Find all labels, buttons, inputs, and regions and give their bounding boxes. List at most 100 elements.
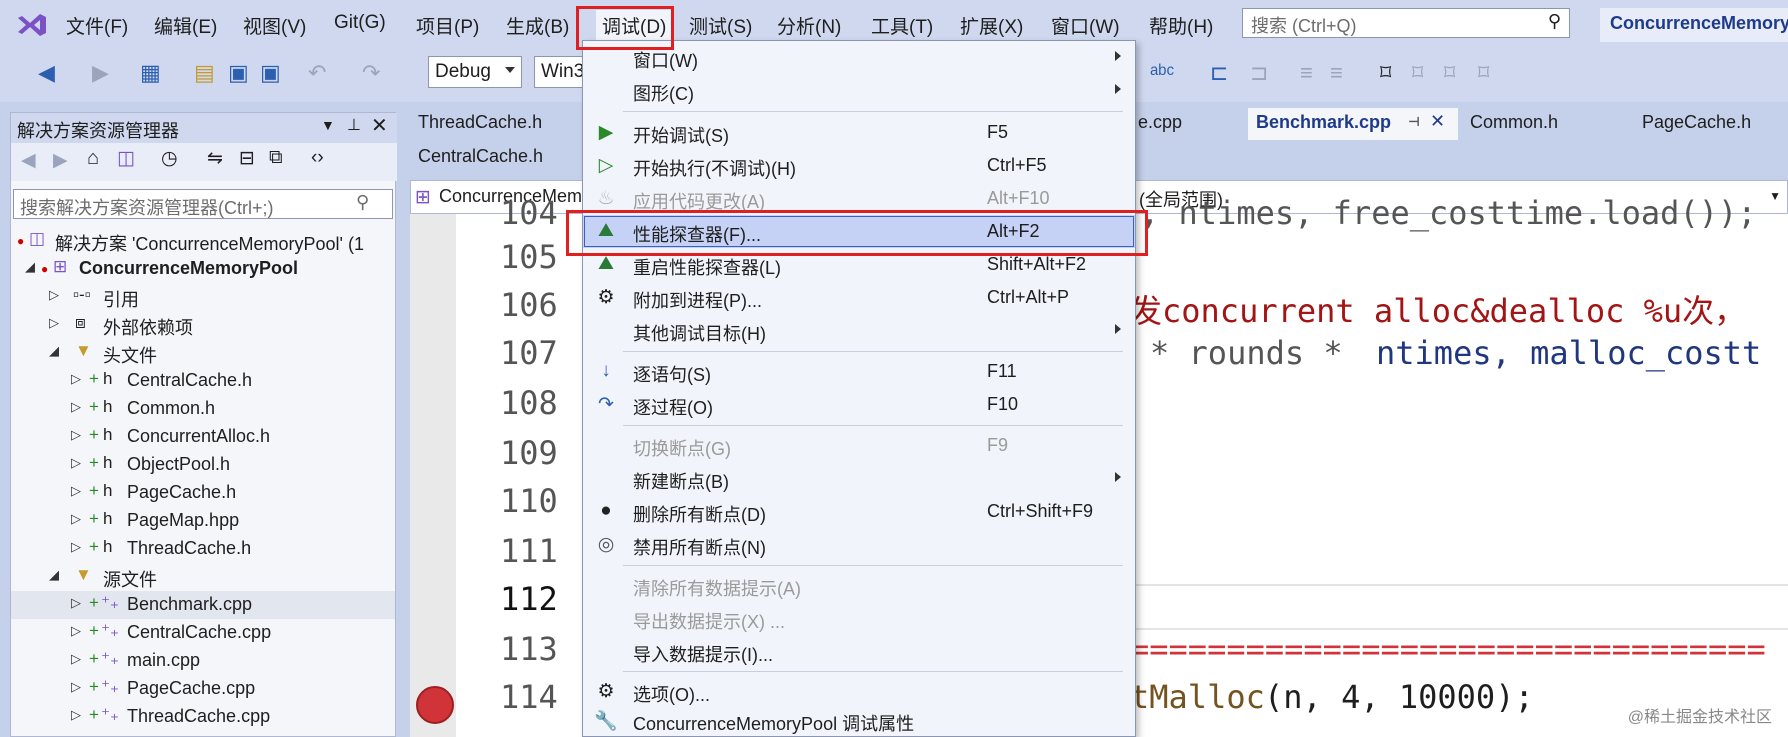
home-icon[interactable]: ⌂ <box>87 147 99 170</box>
menu-item-import-datatips[interactable]: 导入数据提示(I)... <box>583 635 1135 668</box>
menu-item-clear-datatips[interactable]: 清除所有数据提示(A) <box>583 569 1135 602</box>
tree-file[interactable]: ▷ + h ObjectPool.h <box>11 451 395 479</box>
bookmark-icon[interactable]: ⌑ <box>1380 60 1391 86</box>
comment-icon[interactable]: ⊏ <box>1210 60 1228 86</box>
menu-tools[interactable]: 工具(T) <box>871 12 933 39</box>
tree-file[interactable]: ▷ + h PageMap.hpp <box>11 507 395 535</box>
menu-item-delete-all-breakpoints[interactable]: ● 删除所有断点(D) Ctrl+Shift+F9 <box>583 495 1135 528</box>
menu-item-start-debugging[interactable]: ▶ 开始调试(S) F5 <box>583 116 1135 149</box>
outdent-icon[interactable]: ≡ <box>1300 60 1313 86</box>
tree-file[interactable]: ▷ + h ConcurrentAlloc.h <box>11 423 395 451</box>
expand-icon[interactable]: ▷ <box>71 427 81 443</box>
sync-icon[interactable]: ⇋ <box>207 147 223 170</box>
tree-file[interactable]: ▷ + ⁺₊ main.cpp <box>11 647 395 675</box>
expand-icon[interactable]: ▷ <box>71 679 81 695</box>
menu-analyze[interactable]: 分析(N) <box>777 12 841 39</box>
collapse-all-icon[interactable]: ⊟ <box>239 147 255 170</box>
new-project-icon[interactable]: ▦ <box>140 60 161 86</box>
search-input[interactable]: 搜索 (Ctrl+Q) ⚲ <box>1242 8 1570 38</box>
solution-search-input[interactable]: 搜索解决方案资源管理器(Ctrl+;) ⚲ <box>13 189 393 219</box>
menu-test[interactable]: 测试(S) <box>689 12 752 39</box>
undo-icon[interactable]: ↶ <box>308 60 326 86</box>
menu-window[interactable]: 窗口(W) <box>1051 12 1120 39</box>
menu-item-start-without-debugging[interactable]: ▷ 开始执行(不调试)(H) Ctrl+F5 <box>583 149 1135 182</box>
next-bookmark-icon[interactable]: ⌑ <box>1444 60 1455 86</box>
open-icon[interactable]: ▤ <box>194 60 215 86</box>
expand-icon[interactable]: ▷ <box>71 399 81 415</box>
pin-icon[interactable]: ⊣ <box>1408 114 1420 130</box>
menu-help[interactable]: 帮助(H) <box>1149 12 1213 39</box>
expand-icon[interactable]: ▷ <box>49 287 59 303</box>
expand-icon[interactable]: ▷ <box>71 707 81 723</box>
save-icon[interactable]: ▣ <box>228 60 249 86</box>
menu-item-step-into[interactable]: ↓ 逐语句(S) F11 <box>583 355 1135 388</box>
tab-threadcache-h[interactable]: ThreadCache.h <box>410 108 550 140</box>
code-view-icon[interactable]: ‹› <box>311 147 324 169</box>
menu-project[interactable]: 项目(P) <box>416 12 479 39</box>
tab-cpp[interactable]: e.cpp <box>1130 108 1190 140</box>
dropdown-icon[interactable]: ▼ <box>1769 189 1781 203</box>
tree-file[interactable]: ▷ + h CentralCache.h <box>11 367 395 395</box>
dropdown-icon[interactable]: ▼ <box>321 117 335 133</box>
collapse-icon[interactable]: ◢ <box>25 259 35 275</box>
menu-build[interactable]: 生成(B) <box>506 12 569 39</box>
close-icon[interactable]: ✕ <box>371 113 388 138</box>
close-icon[interactable]: ✕ <box>1430 111 1445 132</box>
menu-item-other-debug-targets[interactable]: 其他调试目标(H) <box>583 314 1135 347</box>
tab-centralcache-h[interactable]: CentralCache.h <box>410 142 551 174</box>
pending-changes-icon[interactable]: ◷ <box>161 147 178 170</box>
tree-file[interactable]: ▷ + ⁺₊ ThreadCache.cpp <box>11 703 395 731</box>
expand-icon[interactable]: ▷ <box>71 623 81 639</box>
menu-item-toggle-breakpoint[interactable]: 切换断点(G) F9 <box>583 429 1135 462</box>
tree-solution[interactable]: ● ◫ 解决方案 'ConcurrenceMemoryPool' (1 <box>11 227 395 255</box>
expand-icon[interactable]: ▷ <box>71 483 81 499</box>
expand-icon[interactable]: ▷ <box>71 511 81 527</box>
breakpoint-margin[interactable] <box>410 214 456 737</box>
switch-views-icon[interactable]: ◫ <box>117 147 135 170</box>
expand-icon[interactable]: ▷ <box>71 371 81 387</box>
menu-edit[interactable]: 编辑(E) <box>154 12 217 39</box>
forward-icon[interactable]: ▶ <box>53 149 68 172</box>
tree-file[interactable]: ▷ + h Common.h <box>11 395 395 423</box>
menu-item-step-over[interactable]: ↷ 逐过程(O) F10 <box>583 388 1135 421</box>
tree-file[interactable]: ▷ + ⁺₊ CentralCache.cpp <box>11 619 395 647</box>
menu-git[interactable]: Git(G) <box>334 12 386 34</box>
spellcheck-icon[interactable]: ᵃᵇᶜ <box>1150 60 1174 86</box>
tree-external[interactable]: ▷ ⧈ 外部依赖项 <box>11 311 395 339</box>
tree-headers-folder[interactable]: ◢ ▼ 头文件 <box>11 339 395 367</box>
menu-item-attach-to-process[interactable]: ⚙ 附加到进程(P)... Ctrl+Alt+P <box>583 281 1135 314</box>
collapse-icon[interactable]: ◢ <box>49 343 59 359</box>
clear-bookmarks-icon[interactable]: ⌑ <box>1478 60 1489 86</box>
tab-common-h[interactable]: Common.h <box>1462 108 1566 140</box>
menu-item-new-breakpoint[interactable]: 新建断点(B) <box>583 462 1135 495</box>
menu-item-disable-all-breakpoints[interactable]: ◎ 禁用所有断点(N) <box>583 528 1135 561</box>
back-icon[interactable]: ◀ <box>38 60 55 86</box>
menu-item-export-datatips[interactable]: 导出数据提示(X) ... <box>583 602 1135 635</box>
expand-icon[interactable]: ▷ <box>71 651 81 667</box>
collapse-icon[interactable]: ◢ <box>49 567 59 583</box>
tree-file[interactable]: ▷ + h ThreadCache.h <box>11 535 395 563</box>
tab-benchmark-cpp[interactable]: Benchmark.cpp ⊣ ✕ <box>1248 108 1458 140</box>
menu-item-graphics[interactable]: 图形(C) <box>583 74 1135 107</box>
back-icon[interactable]: ◀ <box>21 149 36 172</box>
uncomment-icon[interactable]: ⊐ <box>1250 60 1268 86</box>
tab-pagecache-h[interactable]: PageCache.h <box>1634 108 1759 140</box>
menu-file[interactable]: 文件(F) <box>66 12 128 39</box>
indent-icon[interactable]: ≡ <box>1330 60 1343 86</box>
tree-references[interactable]: ▷ ▫-▫ 引用 <box>11 283 395 311</box>
expand-icon[interactable]: ▷ <box>49 315 59 331</box>
config-select[interactable]: Debug <box>428 56 522 88</box>
pin-icon[interactable]: ⊥ <box>347 115 361 135</box>
tree-file[interactable]: ▷ + ⁺₊ Benchmark.cpp <box>11 591 395 619</box>
menu-extensions[interactable]: 扩展(X) <box>960 12 1023 39</box>
expand-icon[interactable]: ▷ <box>71 539 81 555</box>
save-all-icon[interactable]: ▣ <box>260 60 281 86</box>
menu-item-debug-properties[interactable]: 🔧 ConcurrenceMemoryPool 调试属性 <box>583 704 1135 737</box>
prev-bookmark-icon[interactable]: ⌑ <box>1412 60 1423 86</box>
tree-file[interactable]: ▷ + ⁺₊ PageCache.cpp <box>11 675 395 703</box>
menu-view[interactable]: 视图(V) <box>243 12 306 39</box>
forward-icon[interactable]: ▶ <box>92 60 109 86</box>
expand-icon[interactable]: ▷ <box>71 595 81 611</box>
show-all-files-icon[interactable]: ⧉ <box>269 147 283 169</box>
tree-sources-folder[interactable]: ◢ ▼ 源文件 <box>11 563 395 591</box>
